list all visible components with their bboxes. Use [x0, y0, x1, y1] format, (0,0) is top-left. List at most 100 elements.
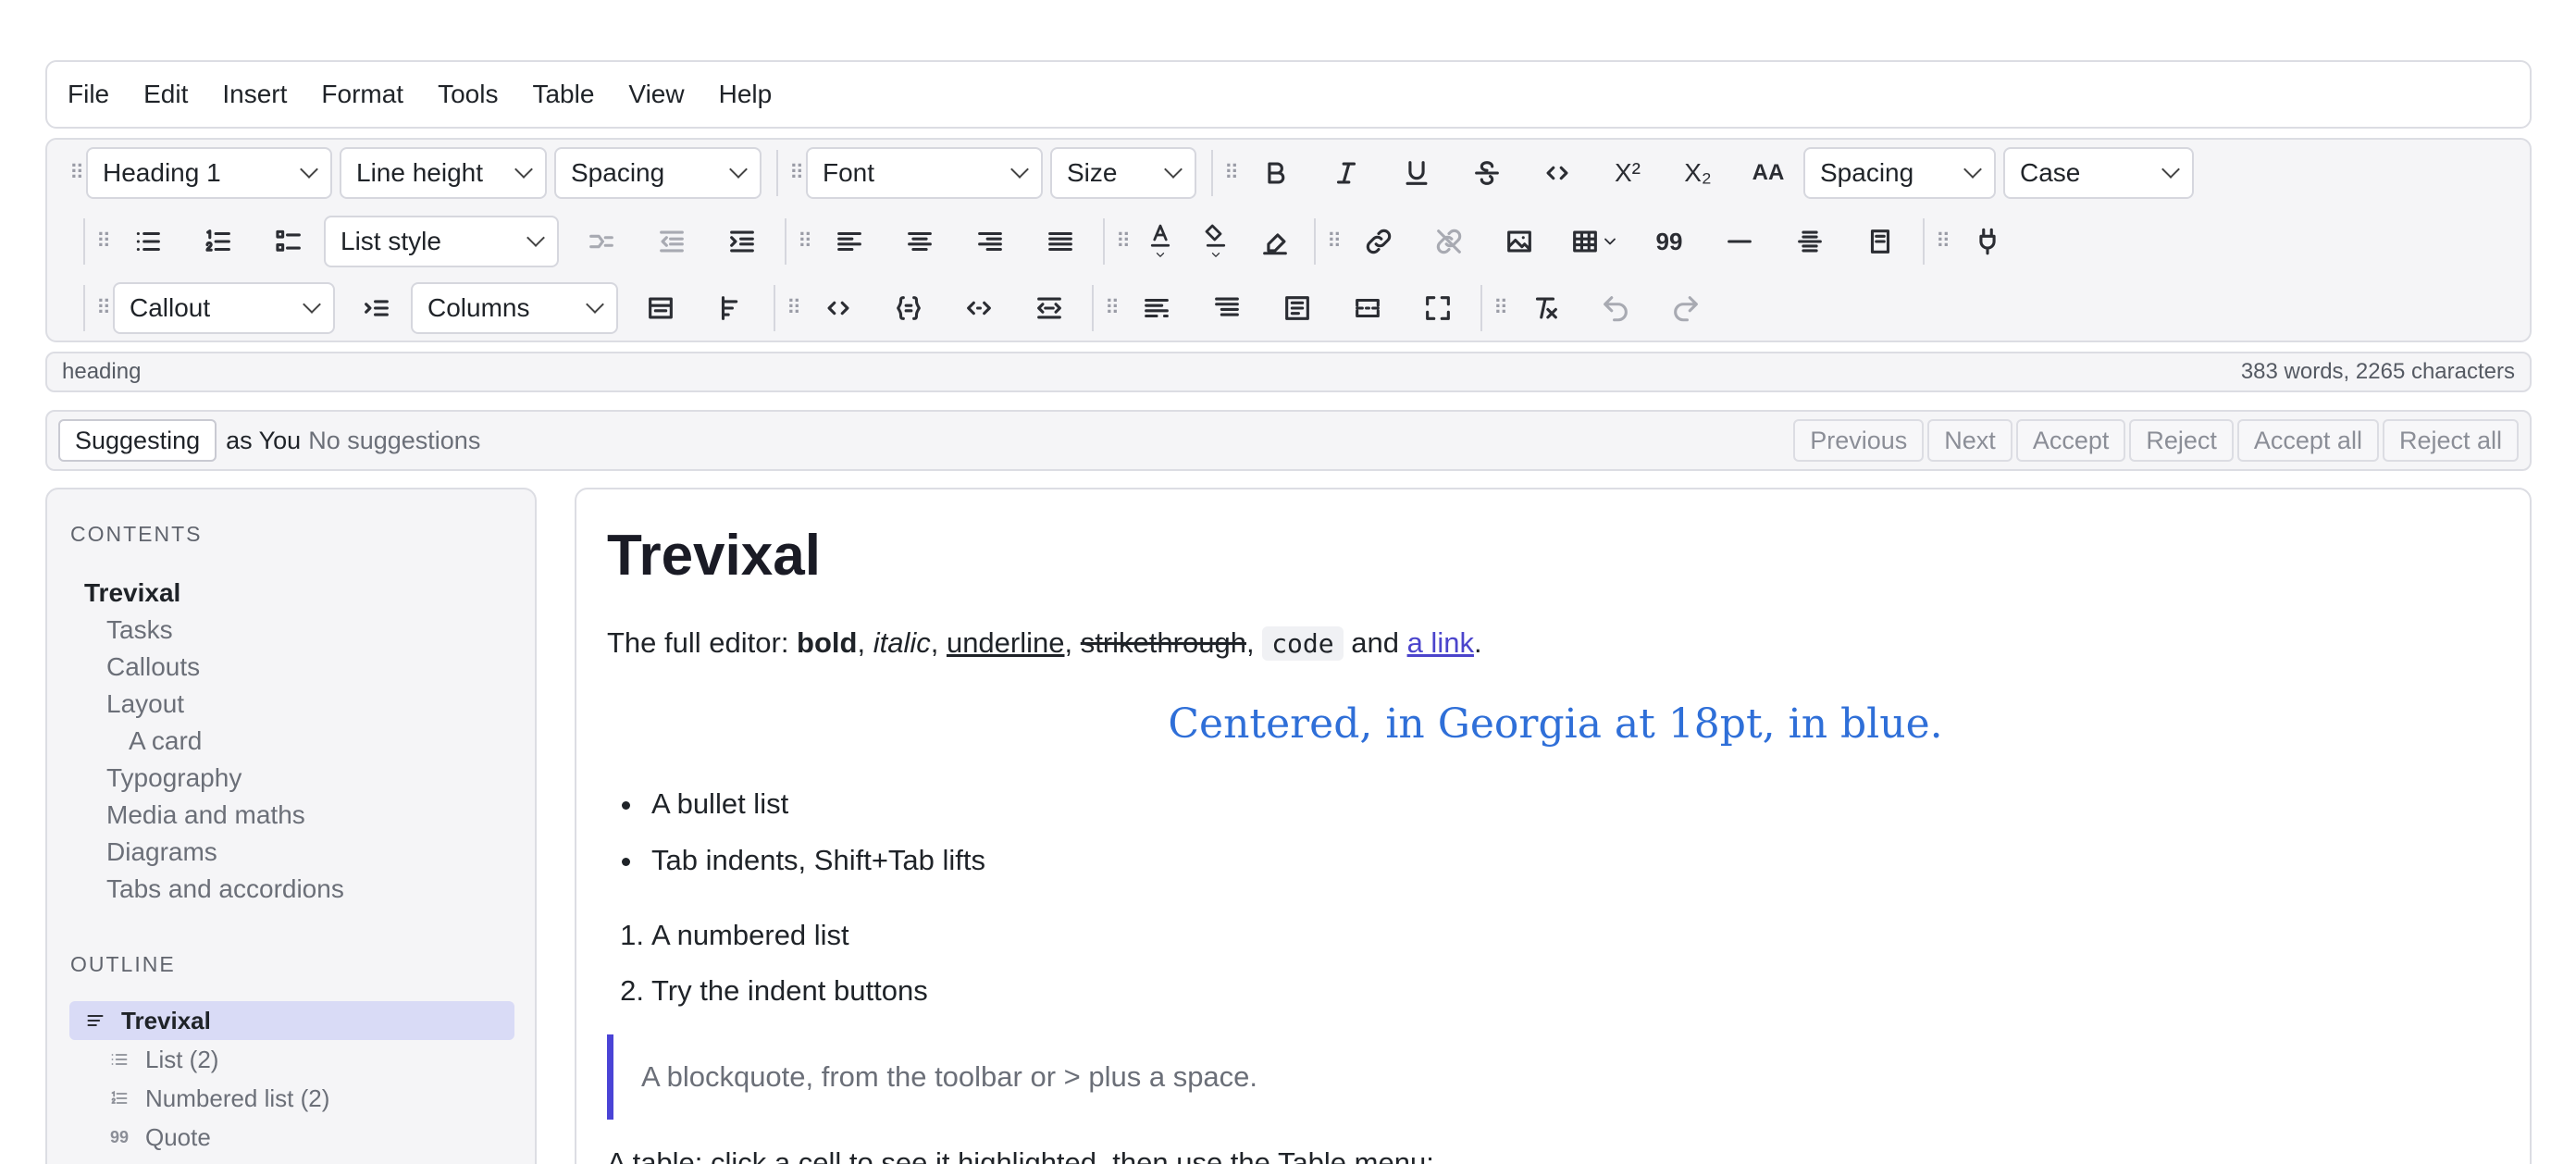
list-item[interactable]: Tab indents, Shift+Tab lifts	[621, 842, 985, 898]
drag-handle-icon[interactable]: ⠿	[66, 147, 86, 199]
remove-link-button[interactable]	[1414, 216, 1484, 267]
bullet-list-button[interactable]	[113, 216, 183, 267]
previous-suggestion-button[interactable]: Previous	[1793, 419, 1925, 462]
inline-code-button[interactable]	[1522, 147, 1592, 199]
drag-handle-icon[interactable]: ⠿	[93, 282, 113, 334]
code-block-button[interactable]	[803, 282, 873, 334]
outdent-button[interactable]	[637, 216, 707, 267]
italic-button[interactable]	[1311, 147, 1381, 199]
drag-handle-icon[interactable]: ⠿	[1932, 216, 1952, 267]
drag-handle-icon[interactable]: ⠿	[1220, 147, 1241, 199]
menu-format[interactable]: Format	[321, 80, 403, 109]
header-button[interactable]	[1192, 282, 1262, 334]
character-spacing-select[interactable]: Spacing	[1803, 147, 1996, 199]
align-center-button[interactable]	[885, 216, 955, 267]
outline-item[interactable]: List (2)	[69, 1040, 514, 1079]
toc-item[interactable]: Callouts	[84, 649, 344, 686]
block-style-select[interactable]: Heading 1	[86, 147, 332, 199]
columns-select[interactable]: Columns	[411, 282, 618, 334]
insert-image-button[interactable]	[1484, 216, 1554, 267]
highlight-color-button[interactable]	[1188, 216, 1244, 267]
table-intro-paragraph[interactable]: A table: click a cell to see it highligh…	[607, 1146, 1434, 1164]
text-color-button[interactable]	[1133, 216, 1188, 267]
outline-item[interactable]: 99 Quote	[69, 1118, 514, 1157]
accept-button[interactable]: Accept	[2015, 419, 2126, 462]
menu-edit[interactable]: Edit	[143, 80, 188, 109]
numbered-list-button[interactable]	[183, 216, 254, 267]
drag-handle-icon[interactable]: ⠿	[786, 147, 806, 199]
font-select[interactable]: Font	[806, 147, 1043, 199]
card-button[interactable]	[625, 282, 696, 334]
editor-area[interactable]: Trevixal The full editor: bold, italic, …	[575, 488, 2532, 1164]
page-break-button[interactable]	[1775, 216, 1845, 267]
menu-file[interactable]: File	[68, 80, 109, 109]
timeline-button[interactable]	[696, 282, 766, 334]
toc-item[interactable]: A card	[84, 723, 344, 760]
underline-button[interactable]	[1381, 147, 1452, 199]
menu-insert[interactable]: Insert	[222, 80, 287, 109]
case-select[interactable]: Case	[2003, 147, 2194, 199]
section-break-button[interactable]	[1332, 282, 1403, 334]
align-left-button[interactable]	[814, 216, 885, 267]
toc-item[interactable]: Tasks	[84, 612, 344, 649]
list-item[interactable]: A bullet list	[621, 786, 985, 842]
task-list-button[interactable]	[254, 216, 324, 267]
details-button[interactable]	[1014, 282, 1084, 334]
math-button[interactable]	[873, 282, 944, 334]
menu-help[interactable]: Help	[719, 80, 773, 109]
line-height-select[interactable]: Line height	[340, 147, 547, 199]
menu-tools[interactable]: Tools	[438, 80, 498, 109]
undo-button[interactable]	[1580, 282, 1651, 334]
page-setup-button[interactable]	[1262, 282, 1332, 334]
blockquote[interactable]: A blockquote, from the toolbar or > plus…	[607, 1034, 1995, 1120]
insert-link-button[interactable]	[1344, 216, 1414, 267]
split-list-button[interactable]	[566, 216, 637, 267]
special-character-button[interactable]	[1952, 216, 2023, 267]
drag-handle-icon[interactable]: ⠿	[1101, 282, 1121, 334]
accept-all-button[interactable]: Accept all	[2236, 419, 2379, 462]
outline-item[interactable]: Trevixal	[69, 1001, 514, 1040]
justify-button[interactable]	[1025, 216, 1096, 267]
embed-button[interactable]	[1845, 216, 1915, 267]
toc-item[interactable]: Typography	[84, 760, 344, 797]
paragraph-spacing-select[interactable]: Spacing	[554, 147, 762, 199]
link[interactable]: a link	[1407, 626, 1474, 659]
next-suggestion-button[interactable]: Next	[1927, 419, 2012, 462]
list-item[interactable]: 2. Try the indent buttons	[620, 972, 928, 1028]
document-title[interactable]: Trevixal	[607, 523, 821, 588]
drag-handle-icon[interactable]: ⠿	[93, 216, 113, 267]
drag-handle-icon[interactable]: ⠿	[794, 216, 814, 267]
outline-item[interactable]: Numbered list (2)	[69, 1079, 514, 1118]
horizontal-rule-button[interactable]	[1704, 216, 1775, 267]
blockquote-button[interactable]: 99	[1634, 216, 1704, 267]
html-embed-button[interactable]	[944, 282, 1014, 334]
suggesting-mode-button[interactable]: Suggesting	[58, 419, 217, 462]
align-right-button[interactable]	[955, 216, 1025, 267]
toggle-list-button[interactable]	[342, 282, 411, 334]
drag-handle-icon[interactable]: ⠿	[1112, 216, 1133, 267]
bold-button[interactable]	[1241, 147, 1311, 199]
reject-all-button[interactable]: Reject all	[2382, 419, 2519, 462]
menu-table[interactable]: Table	[532, 80, 594, 109]
toc-item[interactable]: Diagrams	[84, 834, 344, 871]
toc-item[interactable]: Tabs and accordions	[84, 871, 344, 908]
list-item[interactable]: 1. A numbered list	[620, 917, 928, 972]
clear-formatting-button[interactable]	[1510, 282, 1580, 334]
strikethrough-button[interactable]	[1452, 147, 1522, 199]
drag-handle-icon[interactable]: ⠿	[1490, 282, 1510, 334]
fullscreen-button[interactable]	[1403, 282, 1473, 334]
toc-item[interactable]: Media and maths	[84, 797, 344, 834]
superscript-button[interactable]: X²	[1592, 147, 1663, 199]
size-select[interactable]: Size	[1050, 147, 1196, 199]
redo-button[interactable]	[1651, 282, 1721, 334]
toc-item[interactable]: Trevixal	[84, 575, 344, 612]
menu-view[interactable]: View	[628, 80, 684, 109]
intro-paragraph[interactable]: The full editor: bold, italic, underline…	[607, 626, 1482, 661]
centered-paragraph[interactable]: Centered, in Georgia at 18pt, in blue.	[607, 700, 2504, 748]
drag-handle-icon[interactable]: ⠿	[783, 282, 803, 334]
subscript-button[interactable]: X₂	[1663, 147, 1733, 199]
insert-table-button[interactable]	[1554, 216, 1634, 267]
reject-button[interactable]: Reject	[2129, 419, 2234, 462]
table-of-contents-button[interactable]	[1121, 282, 1192, 334]
clear-color-button[interactable]	[1244, 216, 1307, 267]
